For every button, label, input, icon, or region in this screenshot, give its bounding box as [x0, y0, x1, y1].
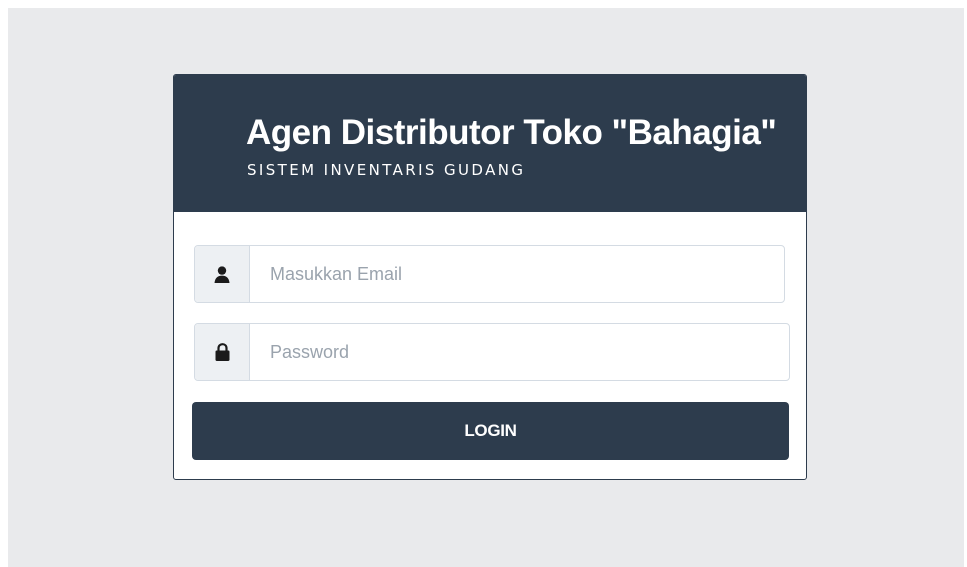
user-icon [214, 265, 230, 283]
page-title: Agen Distributor Toko "Bahagia" [246, 113, 777, 152]
password-input-group [194, 323, 790, 381]
login-card: Agen Distributor Toko "Bahagia" SISTEM I… [173, 74, 807, 480]
login-button[interactable]: LOGIN [192, 402, 789, 460]
email-input[interactable] [250, 246, 784, 302]
page-subtitle: SISTEM INVENTARIS GUDANG [247, 161, 526, 179]
card-header: Agen Distributor Toko "Bahagia" SISTEM I… [174, 75, 806, 212]
password-addon [195, 324, 250, 380]
password-input[interactable] [250, 324, 789, 380]
email-input-group [194, 245, 785, 303]
page-background: Agen Distributor Toko "Bahagia" SISTEM I… [8, 8, 964, 567]
lock-icon [215, 343, 229, 361]
email-addon [195, 246, 250, 302]
